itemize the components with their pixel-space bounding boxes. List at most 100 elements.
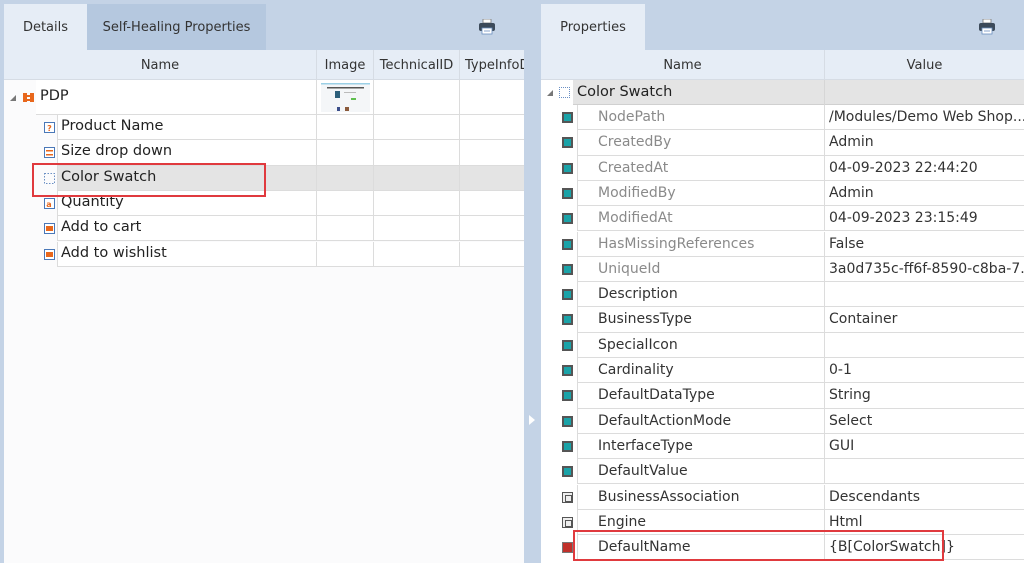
property-row[interactable]: Description xyxy=(541,282,1024,308)
container-icon xyxy=(44,172,55,184)
property-row[interactable]: HasMissingReferences False xyxy=(541,231,1024,257)
property-value-cell[interactable]: 0-1 xyxy=(824,358,1024,384)
properties-grid: Name Value Color Swatch NodePath/Modules… xyxy=(541,50,1024,563)
container-icon xyxy=(559,87,570,98)
property-row[interactable]: BusinessType Container xyxy=(541,307,1024,333)
tree-row[interactable]: a Quantity xyxy=(4,190,524,217)
property-row[interactable]: Engine Html xyxy=(541,509,1024,536)
property-name: DefaultDataType xyxy=(598,387,715,404)
details-tabbar: Details Self-Healing Properties xyxy=(4,4,524,50)
module-icon xyxy=(23,93,34,102)
column-header-value[interactable]: Value xyxy=(824,50,1024,80)
column-header-image[interactable]: Image xyxy=(316,50,373,80)
property-row[interactable]: ModifiedBy Admin xyxy=(541,180,1024,207)
tab-properties[interactable]: Properties xyxy=(541,4,645,50)
property-value-cell[interactable]: 04-09-2023 22:44:20 xyxy=(824,155,1024,181)
property-value-cell[interactable]: String xyxy=(824,383,1024,409)
details-panel: Details Self-Healing Properties Name Ima… xyxy=(4,4,524,563)
property-icon xyxy=(562,365,573,376)
property-value: 0-1 xyxy=(829,362,852,378)
property-row[interactable]: CreatedBy Admin xyxy=(541,130,1024,156)
property-name: BusinessType xyxy=(598,311,692,328)
column-header-typeinfo[interactable]: TypeInfoD xyxy=(459,50,524,80)
property-icon xyxy=(562,263,573,275)
property-name: UniqueId xyxy=(598,260,661,277)
property-row[interactable]: DefaultActionMode Select xyxy=(541,408,1024,434)
property-value: Descendants xyxy=(829,488,920,505)
svg-text:?: ? xyxy=(47,124,52,133)
property-name: BusinessAssociation xyxy=(598,488,740,505)
property-row[interactable]: DefaultDataType String xyxy=(541,383,1024,409)
tree-row[interactable]: Size drop down xyxy=(4,140,524,166)
property-group-row[interactable]: Color Swatch xyxy=(541,80,1024,105)
expand-right-arrow-icon[interactable] xyxy=(529,415,535,425)
properties-grid-header: Name Value xyxy=(541,50,1024,80)
details-grid: Name Image TechnicalID TypeInfoD PDP ? P… xyxy=(4,50,524,563)
property-row[interactable]: UniqueId 3a0d735c-ff6f-8590-c8ba-7... xyxy=(541,256,1024,283)
tree-row[interactable]: Add to cart xyxy=(4,216,524,242)
property-value-cell[interactable] xyxy=(824,459,1024,485)
property-value-cell[interactable]: Select xyxy=(824,408,1024,434)
property-row[interactable]: ModifiedAt 04-09-2023 23:15:49 xyxy=(541,206,1024,232)
tree-row[interactable]: ? Product Name xyxy=(4,115,524,141)
property-row[interactable]: NodePath/Modules/Demo Web Shop... xyxy=(541,105,1024,131)
property-value-cell[interactable]: /Modules/Demo Web Shop... xyxy=(824,105,1024,131)
property-row[interactable]: Cardinality 0-1 xyxy=(541,358,1024,384)
property-value-cell[interactable]: Container xyxy=(824,307,1024,333)
property-value: {B[ColorSwatch]} xyxy=(829,539,955,556)
properties-panel: Properties Name Value Color Swatch NodeP… xyxy=(541,4,1024,563)
button-icon xyxy=(44,248,55,260)
property-value-cell[interactable]: {B[ColorSwatch]} xyxy=(824,535,1024,561)
property-value-cell[interactable]: Admin xyxy=(824,130,1024,156)
property-value: Html xyxy=(829,513,863,530)
numeric-input-icon: a xyxy=(44,197,55,209)
property-icon xyxy=(562,440,573,452)
property-icon xyxy=(562,339,573,351)
property-value: Admin xyxy=(829,134,874,151)
tree-row[interactable]: Add to wishlist xyxy=(4,241,524,267)
expand-collapse-icon[interactable] xyxy=(547,90,553,96)
panel-splitter[interactable] xyxy=(524,0,541,563)
tab-self-healing-properties[interactable]: Self-Healing Properties xyxy=(87,4,266,50)
textbox-icon: ? xyxy=(44,122,55,133)
tree-row[interactable]: Color Swatch xyxy=(4,165,524,191)
property-row[interactable]: BusinessAssociation Descendants xyxy=(541,484,1024,510)
property-row[interactable]: InterfaceType GUI xyxy=(541,433,1024,460)
property-value: Select xyxy=(829,412,873,429)
property-value-cell[interactable]: False xyxy=(824,231,1024,257)
property-value-cell[interactable]: Html xyxy=(824,509,1024,536)
column-header-technicalid[interactable]: TechnicalID xyxy=(373,50,459,80)
tab-details[interactable]: Details xyxy=(4,4,87,50)
property-row[interactable]: SpecialIcon xyxy=(541,332,1024,358)
tree-item-label: Size drop down xyxy=(61,143,173,160)
property-icon xyxy=(562,137,573,149)
property-value-cell[interactable]: 04-09-2023 23:15:49 xyxy=(824,206,1024,232)
property-icon xyxy=(562,466,573,478)
property-value-cell[interactable]: GUI xyxy=(824,433,1024,460)
screenshot-thumbnail-icon[interactable] xyxy=(321,83,370,112)
property-value: GUI xyxy=(829,437,855,454)
column-header-name[interactable]: Name xyxy=(4,50,316,80)
property-row[interactable]: DefaultValue xyxy=(541,459,1024,485)
tree-item-label: Add to cart xyxy=(61,219,142,236)
property-value-cell[interactable]: Admin xyxy=(824,180,1024,207)
calculated-property-icon xyxy=(562,516,573,528)
svg-text:a: a xyxy=(46,200,51,209)
expand-collapse-icon[interactable] xyxy=(10,95,16,101)
property-value-cell[interactable]: Descendants xyxy=(824,484,1024,510)
property-row[interactable]: CreatedAt 04-09-2023 22:44:20 xyxy=(541,155,1024,181)
property-value-cell[interactable] xyxy=(824,332,1024,358)
property-value: String xyxy=(829,387,871,404)
tree-row-root[interactable]: PDP xyxy=(4,80,524,115)
property-name: DefaultValue xyxy=(598,463,688,480)
property-row[interactable]: DefaultName {B[ColorSwatch]} xyxy=(541,535,1024,561)
property-value-cell[interactable]: 3a0d735c-ff6f-8590-c8ba-7... xyxy=(824,256,1024,283)
property-value: 3a0d735c-ff6f-8590-c8ba-7... xyxy=(829,260,1024,277)
property-name: SpecialIcon xyxy=(598,336,678,353)
printer-icon[interactable] xyxy=(478,19,496,35)
property-value-cell[interactable] xyxy=(824,282,1024,308)
tree-item-label: Product Name xyxy=(61,118,164,134)
printer-icon[interactable] xyxy=(978,19,996,35)
app-window: Details Self-Healing Properties Name Ima… xyxy=(0,0,1024,563)
column-header-name[interactable]: Name xyxy=(541,50,824,80)
